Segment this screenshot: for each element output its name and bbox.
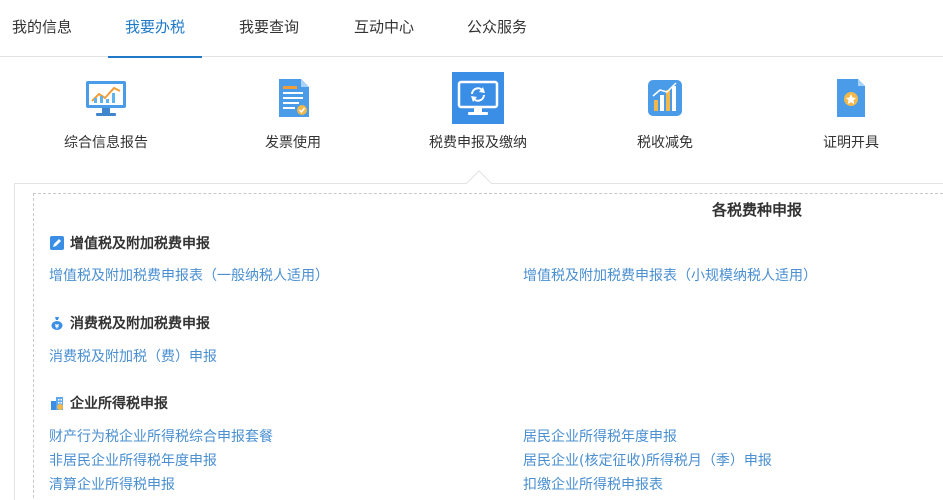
link-withholding[interactable]: 扣缴企业所得税申报表 xyxy=(523,474,663,494)
func-label: 发票使用 xyxy=(265,135,321,151)
invoice-document-icon xyxy=(267,72,319,124)
link-vat-small-scale[interactable]: 增值税及附加税费申报表（小规模纳税人适用） xyxy=(523,265,817,285)
func-invoice-use[interactable]: 发票使用 xyxy=(228,72,358,152)
section-title: 企业所得税申报 xyxy=(70,396,168,412)
link-resident-annual[interactable]: 居民企业所得税年度申报 xyxy=(523,426,677,446)
link-nonresident-annual[interactable]: 非居民企业所得税年度申报 xyxy=(49,450,217,470)
report-monitor-icon xyxy=(80,72,132,124)
money-bag-icon: ¥ xyxy=(50,316,64,330)
declare-monitor-icon xyxy=(452,72,504,124)
func-info-report[interactable]: 综合信息报告 xyxy=(41,72,171,152)
section-title: 消费税及附加税费申报 xyxy=(70,316,210,332)
tab-interaction[interactable]: 互动中心 xyxy=(349,0,419,57)
func-label: 证明开具 xyxy=(823,135,879,151)
section-enterprise-income-heading: 企业所得税申报 xyxy=(50,393,168,413)
link-liquidation[interactable]: 清算企业所得税申报 xyxy=(49,474,175,494)
func-certificate[interactable]: 证明开具 xyxy=(786,72,916,152)
tab-my-info[interactable]: 我的信息 xyxy=(8,0,76,57)
func-label: 税费申报及缴纳 xyxy=(429,135,527,151)
section-vat-heading: 增值税及附加税费申报 xyxy=(50,233,210,253)
tab-query[interactable]: 我要查询 xyxy=(234,0,304,57)
bar-chart-icon xyxy=(639,72,691,124)
link-property-enterprise-combo[interactable]: 财产行为税企业所得税综合申报套餐 xyxy=(49,426,273,446)
section-title: 增值税及附加税费申报 xyxy=(70,236,210,252)
top-nav: 我的信息 我要办税 我要查询 互动中心 公众服务 xyxy=(0,0,943,58)
certificate-icon xyxy=(825,72,877,124)
link-vat-general[interactable]: 增值税及附加税费申报表（一般纳税人适用） xyxy=(49,265,329,285)
tab-tax-handling[interactable]: 我要办税 xyxy=(108,0,202,58)
enterprise-icon xyxy=(50,396,64,410)
section-consumption-heading: ¥ 消费税及附加税费申报 xyxy=(50,313,210,333)
panel-title: 各税费种申报 xyxy=(712,201,803,219)
func-tax-declare-pay[interactable]: 税费申报及缴纳 xyxy=(413,72,543,152)
link-consumption-tax[interactable]: 消费税及附加税（费）申报 xyxy=(49,346,217,366)
func-tax-relief[interactable]: 税收减免 xyxy=(600,72,730,152)
link-resident-assessed-quarterly[interactable]: 居民企业(核定征收)所得税月（季）申报 xyxy=(523,450,772,470)
edit-icon xyxy=(50,236,64,250)
func-label: 税收减免 xyxy=(637,135,693,151)
tab-public-service[interactable]: 公众服务 xyxy=(462,0,532,57)
func-label: 综合信息报告 xyxy=(64,135,148,151)
